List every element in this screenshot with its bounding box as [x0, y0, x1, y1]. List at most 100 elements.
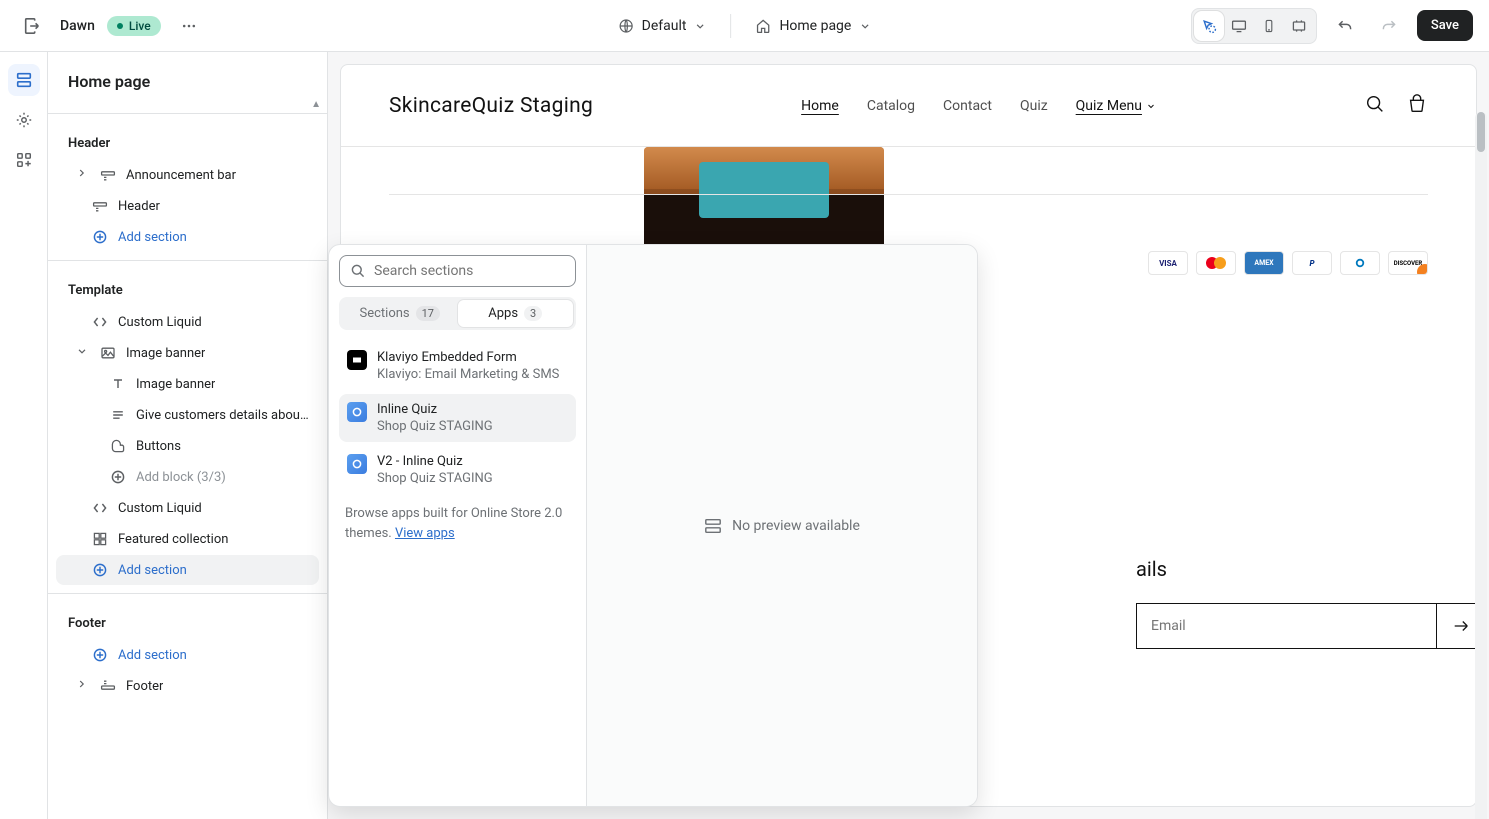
app-vendor: Klaviyo: Email Marketing & SMS: [377, 367, 559, 382]
pay-amex-icon: AMEX: [1244, 251, 1284, 275]
app-item[interactable]: V2 - Inline QuizShop Quiz STAGING: [339, 446, 576, 494]
topbar: Dawn Live Default Home page: [0, 0, 1489, 52]
rail-sections-button[interactable]: [8, 64, 40, 96]
device-preview-group: [1191, 8, 1317, 44]
paragraph-icon: [110, 407, 126, 423]
chevron-down-icon: [694, 20, 706, 32]
section-custom-liquid-1[interactable]: Custom Liquid: [56, 307, 319, 337]
image-icon: [100, 345, 116, 361]
app-list: Klaviyo Embedded Form Klaviyo: Email Mark…: [339, 342, 576, 494]
section-icon: [100, 678, 116, 694]
add-section-footer[interactable]: Add section: [56, 640, 319, 670]
undo-button[interactable]: [1329, 10, 1361, 42]
newsletter-title-fragment: ails: [1136, 557, 1477, 581]
add-icon: [92, 562, 108, 578]
tab-sections[interactable]: Sections 17: [342, 300, 458, 327]
app-icon: [347, 402, 367, 422]
section-image-banner[interactable]: Image banner: [56, 338, 319, 368]
page-selector[interactable]: Home page: [755, 18, 871, 34]
locale-selector[interactable]: Default: [618, 18, 707, 34]
section-featured-collection[interactable]: Featured collection: [56, 524, 319, 554]
inspector-toggle[interactable]: [1194, 11, 1224, 41]
nav-contact[interactable]: Contact: [943, 98, 992, 114]
no-preview-panel: No preview available: [587, 245, 977, 806]
search-sections[interactable]: [339, 255, 576, 287]
live-badge: Live: [107, 16, 161, 36]
section-icon: [92, 198, 108, 214]
section-custom-liquid-2[interactable]: Custom Liquid: [56, 493, 319, 523]
app-icon: [347, 350, 367, 370]
mobile-view-button[interactable]: [1254, 11, 1284, 41]
segmented-tabs: Sections 17 Apps 3: [339, 297, 576, 330]
preview-scrollbar[interactable]: [1475, 112, 1487, 819]
store-nav: Home Catalog Contact Quiz Quiz Menu: [801, 98, 1156, 114]
cart-icon[interactable]: [1406, 93, 1428, 119]
add-section-template[interactable]: Add section: [56, 555, 319, 585]
nav-home[interactable]: Home: [801, 98, 839, 114]
block-image-banner[interactable]: Image banner: [56, 369, 319, 399]
app-name: Inline Quiz: [377, 402, 493, 417]
group-template: Template: [48, 269, 327, 306]
pay-paypal-icon: P: [1292, 251, 1332, 275]
rail-settings-button[interactable]: [8, 104, 40, 136]
nav-quiz-menu[interactable]: Quiz Menu: [1076, 98, 1156, 114]
grid-icon: [92, 531, 108, 547]
app-item[interactable]: Klaviyo Embedded Form Klaviyo: Email Mark…: [339, 342, 576, 390]
section-icon: [100, 167, 116, 183]
nav-catalog[interactable]: Catalog: [867, 98, 915, 114]
text-icon: [110, 376, 126, 392]
browse-apps-text: Browse apps built for Online Store 2.0 t…: [339, 494, 576, 553]
group-header: Header: [48, 122, 327, 159]
chevron-down-icon: [859, 20, 871, 32]
more-menu-button[interactable]: [173, 10, 205, 42]
subscribe-button[interactable]: [1436, 603, 1477, 649]
view-apps-link[interactable]: View apps: [395, 526, 455, 541]
chevron-down-icon: [1146, 101, 1156, 111]
app-item[interactable]: Inline Quiz Shop Quiz STAGING: [339, 394, 576, 442]
tab-apps[interactable]: Apps 3: [458, 300, 574, 327]
payment-icons: VISA AMEX P DISCOVER: [1148, 251, 1428, 275]
add-block-disabled: Add block (3/3): [56, 462, 319, 492]
code-icon: [92, 500, 108, 516]
add-icon: [92, 647, 108, 663]
group-footer: Footer: [48, 602, 327, 639]
fullscreen-view-button[interactable]: [1284, 11, 1314, 41]
pay-diners-icon: [1340, 251, 1380, 275]
nav-quiz[interactable]: Quiz: [1020, 98, 1048, 114]
pay-discover-icon: DISCOVER: [1388, 251, 1428, 275]
button-icon: [110, 438, 126, 454]
app-vendor: Shop Quiz STAGING: [377, 471, 493, 486]
save-button[interactable]: Save: [1417, 10, 1473, 41]
block-give-details[interactable]: Give customers details about ...: [56, 400, 319, 430]
theme-name: Dawn: [60, 18, 95, 34]
rail-apps-button[interactable]: [8, 144, 40, 176]
search-icon[interactable]: [1364, 93, 1386, 119]
pay-visa-icon: VISA: [1148, 251, 1188, 275]
section-announcement-bar[interactable]: Announcement bar: [56, 160, 319, 190]
section-footer[interactable]: Footer: [56, 671, 319, 701]
section-icon: [704, 517, 722, 535]
newsletter-section: ails: [1136, 557, 1477, 649]
globe-icon: [618, 18, 634, 34]
collapse-caret-icon[interactable]: ▲: [311, 99, 321, 110]
add-icon: [110, 469, 126, 485]
email-input[interactable]: [1136, 603, 1436, 649]
search-icon: [350, 263, 366, 279]
redo-button[interactable]: [1373, 10, 1405, 42]
search-input[interactable]: [374, 263, 565, 279]
sidebar-title: Home page: [48, 52, 327, 105]
exit-button[interactable]: [16, 10, 48, 42]
app-name: Klaviyo Embedded Form: [377, 350, 559, 365]
desktop-view-button[interactable]: [1224, 11, 1254, 41]
sections-sidebar: Home page ▲ Header Announcement bar Head…: [48, 52, 328, 819]
tab-apps-count: 3: [524, 306, 542, 321]
left-rail: [0, 52, 48, 819]
add-section-header[interactable]: Add section: [56, 222, 319, 252]
section-header[interactable]: Header: [56, 191, 319, 221]
store-name: SkincareQuiz Staging: [389, 94, 593, 118]
pay-mastercard-icon: [1196, 251, 1236, 275]
add-icon: [92, 229, 108, 245]
footer-divider: [389, 194, 1428, 195]
block-buttons[interactable]: Buttons: [56, 431, 319, 461]
app-vendor: Shop Quiz STAGING: [377, 419, 493, 434]
